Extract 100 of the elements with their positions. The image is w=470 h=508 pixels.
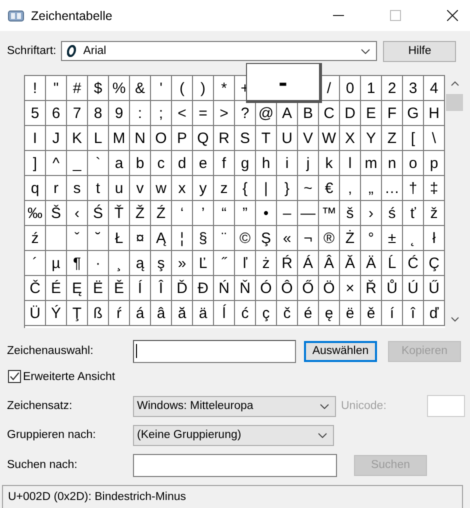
character-cell[interactable]: µ <box>46 251 67 276</box>
character-cell[interactable]: † <box>403 176 424 201</box>
group-by-dropdown[interactable]: (Keine Gruppierung) <box>133 424 334 446</box>
character-cell[interactable]: ď <box>424 301 445 326</box>
font-dropdown[interactable]: Arial <box>61 41 378 61</box>
character-cell[interactable]: « <box>277 226 298 251</box>
character-cell[interactable]: Â <box>319 251 340 276</box>
character-cell[interactable]: ş <box>151 251 172 276</box>
scroll-thumb[interactable] <box>446 94 463 111</box>
character-cell[interactable]: Á <box>298 251 319 276</box>
character-cell[interactable]: $ <box>88 76 109 101</box>
character-cell[interactable]: ˝ <box>214 251 235 276</box>
character-cell[interactable]: · <box>88 251 109 276</box>
character-cell[interactable]: q <box>25 176 46 201</box>
character-cell[interactable]: ” <box>235 201 256 226</box>
character-cell[interactable]: Ë <box>88 276 109 301</box>
character-cell[interactable]: N <box>130 126 151 151</box>
character-cell[interactable]: g <box>235 151 256 176</box>
character-cell[interactable]: 6 <box>46 101 67 126</box>
character-cell[interactable]: ¶ <box>67 251 88 276</box>
character-cell[interactable]: b <box>130 151 151 176</box>
character-cell[interactable]: „ <box>361 176 382 201</box>
character-cell[interactable]: ¦ <box>172 226 193 251</box>
scroll-down-icon[interactable] <box>450 317 458 322</box>
character-cell[interactable]: > <box>214 101 235 126</box>
character-cell[interactable]: Ý <box>46 301 67 326</box>
character-cell[interactable]: ž <box>424 201 445 226</box>
character-cell[interactable]: Ň <box>235 276 256 301</box>
character-cell[interactable]: Ď <box>172 276 193 301</box>
character-cell[interactable]: Đ <box>193 276 214 301</box>
character-cell[interactable]: ˛ <box>403 226 424 251</box>
character-cell[interactable]: ´ <box>25 251 46 276</box>
character-cell[interactable]: ľ <box>235 251 256 276</box>
character-cell[interactable]: ł <box>424 226 445 251</box>
character-cell[interactable]: â <box>151 301 172 326</box>
character-cell[interactable]: Ě <box>109 276 130 301</box>
character-cell[interactable]: < <box>172 101 193 126</box>
character-cell[interactable]: P <box>172 126 193 151</box>
character-cell[interactable]: î <box>403 301 424 326</box>
character-cell[interactable]: ` <box>88 151 109 176</box>
character-cell[interactable]: ŕ <box>109 301 130 326</box>
character-cell[interactable]: ( <box>172 76 193 101</box>
character-cell[interactable]: = <box>193 101 214 126</box>
character-cell[interactable]: ! <box>25 76 46 101</box>
character-cell[interactable]: x <box>172 176 193 201</box>
character-cell[interactable]: Ż <box>340 226 361 251</box>
character-cell[interactable]: Ĺ <box>382 251 403 276</box>
character-cell[interactable]: © <box>235 226 256 251</box>
character-cell[interactable]: ë <box>340 301 361 326</box>
character-cell[interactable]: › <box>361 201 382 226</box>
character-cell[interactable]: m <box>361 151 382 176</box>
character-cell[interactable]: – <box>277 201 298 226</box>
character-cell[interactable]: { <box>235 176 256 201</box>
character-cell[interactable]: : <box>130 101 151 126</box>
character-cell[interactable]: Ř <box>361 276 382 301</box>
character-cell[interactable]: Y <box>361 126 382 151</box>
character-cell[interactable]: k <box>319 151 340 176</box>
select-button[interactable]: Auswählen <box>304 340 377 362</box>
character-cell[interactable]: Š <box>46 201 67 226</box>
character-cell[interactable]: Ö <box>319 276 340 301</box>
character-cell[interactable]: 4 <box>424 76 445 101</box>
character-cell[interactable]: _ <box>67 151 88 176</box>
character-cell[interactable]: | <box>256 176 277 201</box>
character-cell[interactable]: o <box>403 151 424 176</box>
character-cell[interactable]: ě <box>361 301 382 326</box>
character-cell[interactable]: Ž <box>130 201 151 226</box>
character-cell[interactable]: ś <box>382 201 403 226</box>
character-cell[interactable]: ă <box>172 301 193 326</box>
character-cell[interactable]: F <box>382 101 403 126</box>
character-cell[interactable]: Ş <box>256 226 277 251</box>
search-field[interactable] <box>133 454 337 476</box>
character-cell[interactable]: Í <box>130 276 151 301</box>
character-cell[interactable]: 7 <box>67 101 88 126</box>
character-cell[interactable]: Ś <box>88 201 109 226</box>
character-cell[interactable]: Ź <box>151 201 172 226</box>
character-cell[interactable]: ± <box>382 226 403 251</box>
character-cell[interactable]: 3 <box>403 76 424 101</box>
character-cell[interactable]: T <box>256 126 277 151</box>
character-cell[interactable]: Ô <box>277 276 298 301</box>
character-cell[interactable]: ¸ <box>109 251 130 276</box>
character-cell[interactable]: ç <box>256 301 277 326</box>
character-cell[interactable]: i <box>277 151 298 176</box>
character-cell[interactable]: Ţ <box>67 301 88 326</box>
character-cell[interactable]: ę <box>319 301 340 326</box>
character-cell[interactable]: s <box>67 176 88 201</box>
character-cell[interactable]: * <box>214 76 235 101</box>
character-cell[interactable]: H <box>424 101 445 126</box>
character-cell[interactable]: ĺ <box>214 301 235 326</box>
character-cell[interactable]: Z <box>382 126 403 151</box>
character-cell[interactable]: # <box>67 76 88 101</box>
character-cell[interactable]: Ľ <box>193 251 214 276</box>
character-cell[interactable]: c <box>151 151 172 176</box>
character-cell[interactable]: e <box>193 151 214 176</box>
character-cell[interactable]: z <box>214 176 235 201</box>
scroll-up-icon[interactable] <box>450 81 458 86</box>
character-cell[interactable]: n <box>382 151 403 176</box>
character-cell[interactable]: 1 <box>361 76 382 101</box>
character-cell[interactable]: ‰ <box>25 201 46 226</box>
character-cell[interactable]: L <box>88 126 109 151</box>
character-cell[interactable]: Č <box>25 276 46 301</box>
